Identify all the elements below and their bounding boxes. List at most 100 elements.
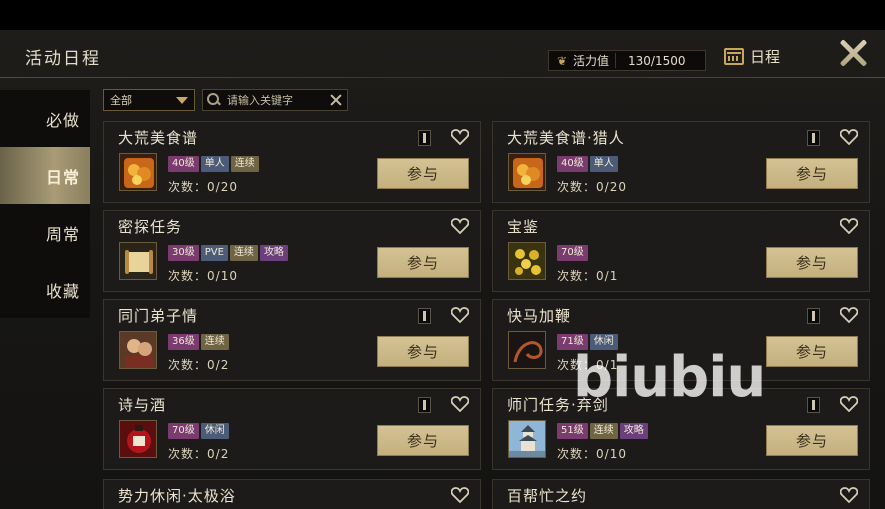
attempt-count: 次数：0/2 <box>168 447 230 461</box>
wine-jar-icon <box>119 420 157 458</box>
pagoda-icon <box>508 420 546 458</box>
level-tag: 40级 <box>557 156 588 172</box>
guide-tag: 攻略 <box>259 245 288 261</box>
activity-card: 密探任务 30级 PVE 连续 攻略 次数：0/10 参与 <box>103 210 481 292</box>
attempt-count: 次数：0/2 <box>168 358 230 372</box>
mode-tag: PVE <box>200 245 228 261</box>
search-box <box>202 89 348 111</box>
book-icon[interactable] <box>418 397 431 413</box>
activity-card-partial: 势力休闲·太极浴 <box>103 479 481 509</box>
schedule-label: 日程 <box>750 47 781 66</box>
search-input[interactable] <box>227 93 329 107</box>
heart-icon[interactable] <box>451 396 469 412</box>
book-icon[interactable] <box>807 397 820 413</box>
type-tag: 连续 <box>229 245 258 261</box>
activity-name: 大荒美食谱·猎人 <box>507 129 625 147</box>
dropdown-chevron-icon <box>176 96 188 104</box>
join-button[interactable]: 参与 <box>766 336 858 367</box>
leaf-icon: ❦ <box>556 53 568 68</box>
mode-tag: 单人 <box>200 156 229 172</box>
schedule-button[interactable]: 日程 <box>724 44 780 68</box>
close-button[interactable] <box>836 36 870 70</box>
join-button[interactable]: 参与 <box>377 158 469 189</box>
heart-icon[interactable] <box>840 218 858 234</box>
level-tag: 70级 <box>557 245 588 261</box>
activity-card: 宝鉴 70级 次数：0/1 参与 <box>492 210 870 292</box>
book-icon[interactable] <box>807 130 820 146</box>
sidebar-item-label: 周常 <box>45 224 80 244</box>
join-button[interactable]: 参与 <box>766 247 858 278</box>
activity-name: 诗与酒 <box>118 396 167 414</box>
sidebar-item-label: 收藏 <box>45 281 80 301</box>
activity-name: 同门弟子情 <box>118 307 199 325</box>
vitality-label: 活力值 <box>573 54 610 68</box>
join-button[interactable]: 参与 <box>377 336 469 367</box>
level-tag: 51级 <box>557 423 588 439</box>
character-portrait-icon <box>119 331 157 369</box>
food-recipe-icon <box>508 153 546 191</box>
level-tag: 40级 <box>168 156 199 172</box>
heart-icon[interactable] <box>840 307 858 323</box>
activity-card-partial: 百帮忙之约 <box>492 479 870 509</box>
whip-icon <box>508 331 546 369</box>
activity-name: 宝鉴 <box>507 218 540 236</box>
filter-dropdown[interactable]: 全部 <box>103 89 195 111</box>
activity-name: 百帮忙之约 <box>507 487 588 505</box>
activity-card: 诗与酒 70级 休闲 次数：0/2 参与 <box>103 388 481 470</box>
watermark: biubiu <box>573 345 766 410</box>
heart-icon[interactable] <box>451 487 469 503</box>
heart-icon[interactable] <box>840 487 858 503</box>
heart-icon[interactable] <box>840 129 858 145</box>
attempt-count: 次数：0/1 <box>557 269 619 283</box>
page-title: 活动日程 <box>25 49 101 69</box>
type-tag: 连续 <box>589 423 618 439</box>
mode-tag: 单人 <box>589 156 618 172</box>
calendar-icon <box>724 47 744 65</box>
book-icon[interactable] <box>418 130 431 146</box>
filter-selected-value: 全部 <box>110 94 132 107</box>
treasure-coins-icon <box>508 242 546 280</box>
type-tag: 连续 <box>230 156 259 172</box>
sidebar-item-label: 日常 <box>45 167 80 187</box>
type-tag: 连续 <box>200 334 229 350</box>
vitality-value: 130/1500 <box>628 53 686 68</box>
book-icon[interactable] <box>807 308 820 324</box>
clear-icon[interactable] <box>329 93 343 107</box>
sidebar-item-daily[interactable]: 日常 <box>0 147 90 204</box>
level-tag: 70级 <box>168 423 199 439</box>
heart-icon[interactable] <box>451 129 469 145</box>
scroll-icon <box>119 242 157 280</box>
activity-name: 快马加鞭 <box>507 307 572 325</box>
guide-tag: 攻略 <box>619 423 648 439</box>
divider <box>615 53 617 68</box>
search-icon <box>207 93 221 107</box>
join-button[interactable]: 参与 <box>377 247 469 278</box>
sidebar-item-label: 必做 <box>45 110 80 130</box>
activity-card: 大荒美食谱·猎人 40级 单人 次数：0/20 参与 <box>492 121 870 203</box>
level-tag: 30级 <box>168 245 199 261</box>
mode-tag: 休闲 <box>200 423 229 439</box>
heart-icon[interactable] <box>840 396 858 412</box>
activity-name: 势力休闲·太极浴 <box>118 487 236 505</box>
join-button[interactable]: 参与 <box>766 425 858 456</box>
attempt-count: 次数：0/10 <box>168 269 238 283</box>
activity-card: 同门弟子情 36级 连续 次数：0/2 参与 <box>103 299 481 381</box>
top-black-bar <box>0 0 885 30</box>
join-button[interactable]: 参与 <box>377 425 469 456</box>
sidebar-item-favorites[interactable]: 收藏 <box>0 261 90 318</box>
activity-name: 密探任务 <box>118 218 183 236</box>
activity-name: 大荒美食谱 <box>118 129 199 147</box>
attempt-count: 次数：0/20 <box>168 180 238 194</box>
category-sidebar: 必做 日常 周常 收藏 <box>0 90 90 318</box>
heart-icon[interactable] <box>451 307 469 323</box>
level-tag: 36级 <box>168 334 199 350</box>
book-icon[interactable] <box>418 308 431 324</box>
vitality-display: ❦ 活力值 130/1500 <box>548 50 706 71</box>
sidebar-item-required[interactable]: 必做 <box>0 90 90 147</box>
join-button[interactable]: 参与 <box>766 158 858 189</box>
food-recipe-icon <box>119 153 157 191</box>
attempt-count: 次数：0/20 <box>557 180 627 194</box>
attempt-count: 次数：0/10 <box>557 447 627 461</box>
heart-icon[interactable] <box>451 218 469 234</box>
sidebar-item-weekly[interactable]: 周常 <box>0 204 90 261</box>
